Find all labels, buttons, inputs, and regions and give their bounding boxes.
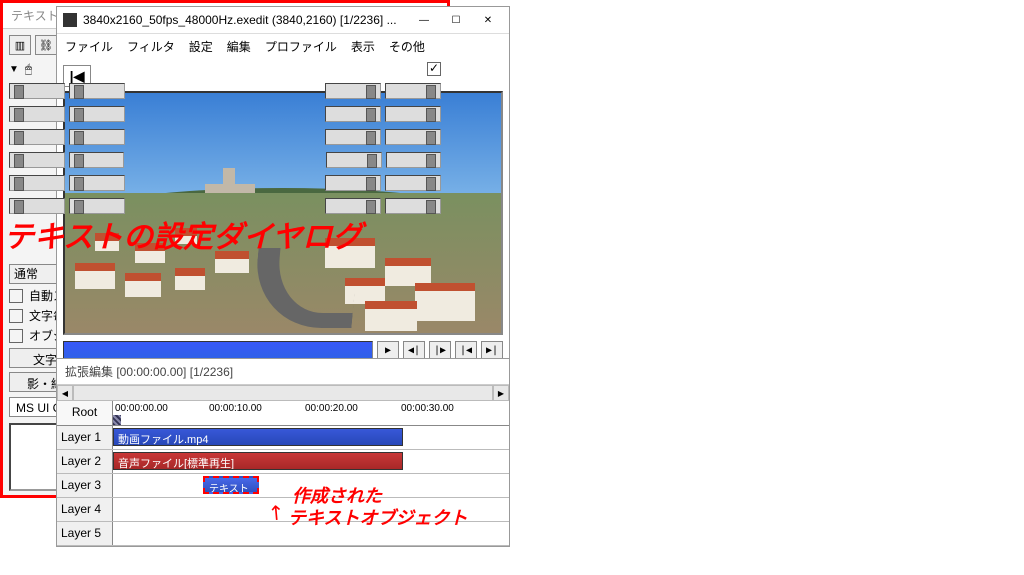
root-cell[interactable]: Root: [57, 401, 113, 425]
app-icon: [63, 13, 77, 27]
layer-1-track[interactable]: 動画ファイル.mp4: [113, 426, 509, 449]
text-clip[interactable]: テキスト[標: [203, 476, 259, 494]
layer-5-label[interactable]: Layer 5: [57, 522, 113, 545]
annotation-created-2: テキストオブジェクト: [288, 504, 467, 530]
menu-settings[interactable]: 設定: [189, 38, 213, 55]
layer-2-track[interactable]: 音声ファイル[標準再生]: [113, 450, 509, 473]
window-title: 3840x2160_50fps_48000Hz.exedit (3840,216…: [83, 13, 403, 27]
frame-forward-button[interactable]: |▶: [429, 341, 451, 359]
param-3-slider-l[interactable]: [69, 152, 125, 168]
minimize-button[interactable]: —: [409, 11, 439, 29]
param-1-slider-r[interactable]: [325, 106, 381, 122]
go-start-button[interactable]: |◀: [455, 341, 477, 359]
timeline-title: 拡張編集 [00:00:00.00] [1/2236]: [57, 359, 509, 385]
layer-4-label[interactable]: Layer 4: [57, 498, 113, 521]
annotation-dialog: テキストの設定ダイヤログ: [4, 212, 444, 256]
timeline-scrubber[interactable]: [63, 341, 373, 359]
param-3-slider-r-outer[interactable]: [386, 152, 442, 168]
param-3-slider-l-outer[interactable]: [9, 152, 65, 168]
video-clip[interactable]: 動画ファイル.mp4: [113, 428, 403, 446]
layer-1-label[interactable]: Layer 1: [57, 426, 113, 449]
param-2-slider-l-outer[interactable]: [9, 129, 65, 145]
per-char-checkbox[interactable]: [9, 309, 23, 323]
param-0-slider-l-outer[interactable]: [9, 83, 65, 99]
collapse-icon[interactable]: ▼: [9, 64, 19, 75]
param-4-slider-l-outer[interactable]: [9, 175, 65, 191]
menu-filter[interactable]: フィルタ: [127, 38, 175, 55]
param-2-slider-l[interactable]: [69, 129, 125, 145]
param-1-slider-l-outer[interactable]: [9, 106, 65, 122]
chain-icon[interactable]: ⛓: [35, 35, 57, 55]
scroll-left-button[interactable]: ◀: [57, 385, 73, 401]
menu-file[interactable]: ファイル: [65, 38, 113, 55]
mouse-icon: 🖱: [25, 62, 32, 77]
frame-back-button[interactable]: ◀|: [403, 341, 425, 359]
param-3-slider-r[interactable]: [326, 152, 382, 168]
menu-profile[interactable]: プロファイル: [265, 38, 337, 55]
time-ruler[interactable]: 00:00:00.00 00:00:10.00 00:00:20.00 00:0…: [113, 401, 509, 425]
auto-scroll-checkbox[interactable]: [9, 289, 23, 303]
menu-other[interactable]: その他: [389, 38, 425, 55]
play-button[interactable]: ▶: [377, 341, 399, 359]
param-4-slider-r[interactable]: [325, 175, 381, 191]
menu-view[interactable]: 表示: [351, 38, 375, 55]
audio-clip[interactable]: 音声ファイル[標準再生]: [113, 452, 403, 470]
layer-3-label[interactable]: Layer 3: [57, 474, 113, 497]
param-1-slider-l[interactable]: [69, 106, 125, 122]
go-end-button[interactable]: ▶|: [481, 341, 503, 359]
auto-length-checkbox[interactable]: [9, 329, 23, 343]
layer-back-icon[interactable]: ▥: [9, 35, 31, 55]
param-4-slider-r-outer[interactable]: [385, 175, 441, 191]
param-0-slider-r-outer[interactable]: [385, 83, 441, 99]
scroll-right-button[interactable]: ▶: [493, 385, 509, 401]
layer-2-label[interactable]: Layer 2: [57, 450, 113, 473]
timeline-hscroll[interactable]: [73, 385, 493, 401]
param-1-slider-r-outer[interactable]: [385, 106, 441, 122]
titlebar: 3840x2160_50fps_48000Hz.exedit (3840,216…: [57, 7, 509, 34]
close-button[interactable]: ✕: [473, 11, 503, 29]
maximize-button[interactable]: ☐: [441, 11, 471, 29]
param-2-slider-r-outer[interactable]: [385, 129, 441, 145]
menubar: ファイル フィルタ 設定 編集 プロファイル 表示 その他: [57, 34, 509, 59]
param-4-slider-l[interactable]: [69, 175, 125, 191]
param-0-slider-r[interactable]: [325, 83, 381, 99]
menu-edit[interactable]: 編集: [227, 38, 251, 55]
playhead[interactable]: [113, 415, 121, 425]
section-enable-checkbox[interactable]: [427, 62, 441, 76]
param-0-slider-l[interactable]: [69, 83, 125, 99]
param-2-slider-r[interactable]: [325, 129, 381, 145]
